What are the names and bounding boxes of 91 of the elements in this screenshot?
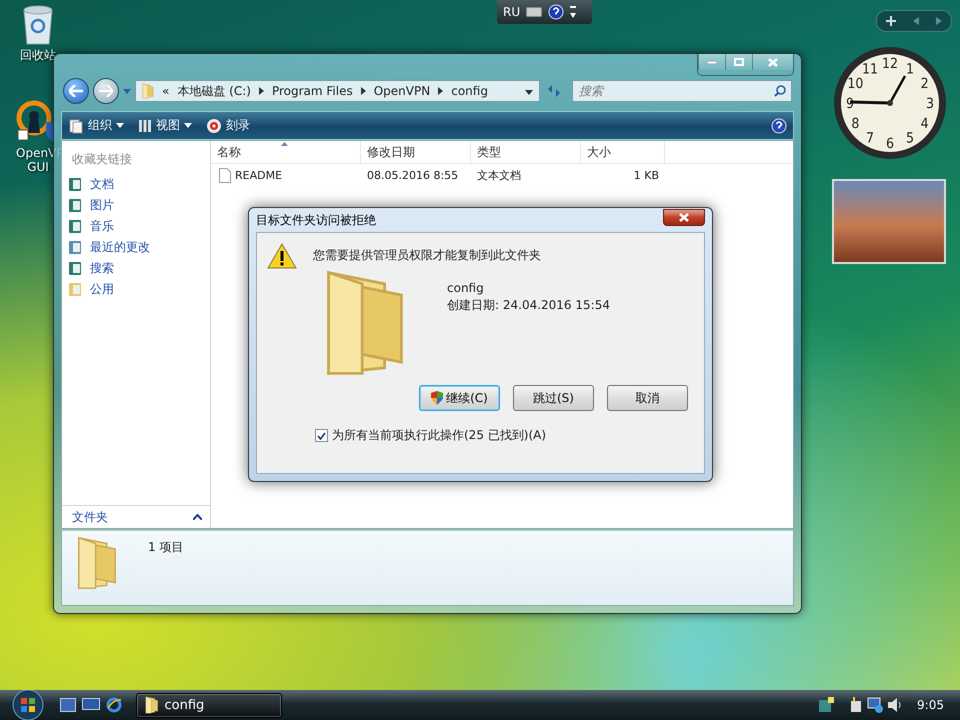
toolbar-button[interactable]: 刻录 xyxy=(206,117,250,134)
item-count: 1 项目 xyxy=(148,539,184,556)
chevron-up-icon xyxy=(193,514,202,520)
dialog-button[interactable]: 取消 xyxy=(607,385,688,411)
column-header[interactable]: 类型 xyxy=(471,141,581,163)
options-icon[interactable] xyxy=(570,4,576,20)
language-indicator[interactable]: RU xyxy=(503,5,520,19)
caret-icon xyxy=(116,123,124,128)
help-icon[interactable] xyxy=(548,4,564,20)
dialog-button[interactable]: 继续(C) xyxy=(419,385,500,411)
address-bar[interactable]: « 本地磁盘 (C:) Program Files OpenVPN config xyxy=(135,80,540,102)
forward-button[interactable] xyxy=(93,78,119,104)
section-title: 收藏夹链接 xyxy=(72,151,133,168)
column-header[interactable]: 修改日期 xyxy=(361,141,471,163)
folders-label: 文件夹 xyxy=(72,508,108,526)
apply-all-checkbox[interactable]: 为所有当前项执行此操作(25 已找到)(A) xyxy=(315,427,688,444)
favorite-link[interactable]: 公用 xyxy=(62,279,210,300)
column-header[interactable]: 大小 xyxy=(581,141,665,163)
maximize-icon xyxy=(734,58,744,66)
folder-icon xyxy=(76,535,118,591)
chevron-icon xyxy=(438,87,444,95)
checkbox[interactable] xyxy=(315,429,328,442)
favorite-link[interactable]: 音乐 xyxy=(62,216,210,237)
chevron-icon xyxy=(258,87,264,95)
library-icon xyxy=(68,240,82,255)
browser-icon[interactable] xyxy=(106,697,122,713)
next-icon[interactable] xyxy=(936,17,942,25)
show-desktop-icon[interactable] xyxy=(60,698,76,712)
item-created-date: 创建日期: 24.04.2016 15:54 xyxy=(447,297,610,314)
breadcrumb-item[interactable]: 本地磁盘 (C:) xyxy=(177,82,251,100)
network-icon[interactable] xyxy=(867,697,884,713)
warning-icon xyxy=(267,243,297,269)
back-button[interactable] xyxy=(63,78,89,104)
minimize-icon xyxy=(707,60,717,64)
text-file-icon xyxy=(219,168,231,182)
disc-icon xyxy=(206,118,222,134)
dialog-message: 您需要提供管理员权限才能复制到此文件夹 xyxy=(313,247,541,264)
pages-icon xyxy=(68,118,84,134)
library-icon xyxy=(68,219,82,234)
breadcrumb-overflow[interactable]: « xyxy=(162,84,170,98)
column-header[interactable]: 名称 xyxy=(211,141,361,163)
forward-arrow-icon xyxy=(99,85,113,97)
folder-icon xyxy=(145,696,158,714)
library-icon xyxy=(68,177,82,192)
file-name[interactable]: README xyxy=(235,168,355,182)
minimize-button[interactable] xyxy=(698,54,725,70)
search-icon xyxy=(774,85,786,97)
table-cell-text: 文本文档 xyxy=(476,168,522,182)
sort-arrow-icon xyxy=(281,142,288,146)
breadcrumb-item[interactable]: Program Files xyxy=(272,84,353,98)
breadcrumb-item[interactable]: config xyxy=(451,84,488,98)
favorite-link[interactable]: 图片 xyxy=(62,195,210,216)
search-field[interactable]: 搜索 xyxy=(572,80,792,102)
dialog-title: 目标文件夹访问被拒绝 xyxy=(256,212,376,228)
caret-icon xyxy=(123,88,131,94)
close-icon xyxy=(679,212,689,222)
favorite-link[interactable]: 最近的更改 xyxy=(62,237,210,258)
clock-time[interactable]: 9:05 xyxy=(917,698,944,712)
add-icon[interactable] xyxy=(886,16,896,26)
table-cell-text: 08.05.2016 8:55 xyxy=(366,168,460,182)
tray-app-icon[interactable] xyxy=(819,697,836,713)
table-cell-text: 1 KB xyxy=(632,168,660,182)
checkmark-icon xyxy=(317,432,326,440)
switch-windows-icon[interactable] xyxy=(82,698,100,712)
columns-icon xyxy=(138,118,152,132)
folders-bar[interactable]: 文件夹 xyxy=(62,505,210,528)
back-arrow-icon xyxy=(69,85,83,97)
dialog-button[interactable]: 跳过(S) xyxy=(513,385,594,411)
item-name: config xyxy=(447,281,485,295)
favorite-link[interactable]: 搜索 xyxy=(62,258,210,279)
help-icon[interactable] xyxy=(771,118,787,134)
shield-icon xyxy=(431,391,444,405)
maximize-button[interactable] xyxy=(725,54,752,70)
caret-icon xyxy=(525,90,533,95)
library-icon xyxy=(68,198,82,213)
recycle-bin-icon xyxy=(22,4,54,46)
close-button[interactable] xyxy=(663,208,705,226)
toolbar-button[interactable]: 视图 xyxy=(138,117,192,134)
breadcrumb-item[interactable]: OpenVPN xyxy=(374,84,430,98)
favorite-link[interactable]: 文档 xyxy=(62,174,210,195)
chevron-icon xyxy=(360,87,366,95)
volume-icon[interactable] xyxy=(887,697,904,713)
close-icon xyxy=(768,58,778,66)
desktop-icon-label[interactable]: 回收站 xyxy=(16,48,60,62)
previous-icon[interactable] xyxy=(912,17,919,25)
taskbar-button[interactable]: config xyxy=(136,692,282,718)
folder-icon xyxy=(142,83,154,99)
caret-icon xyxy=(184,123,192,128)
library-icon xyxy=(68,261,82,276)
folder-icon xyxy=(68,282,82,297)
toolbar-button[interactable]: 组织 xyxy=(68,117,124,134)
